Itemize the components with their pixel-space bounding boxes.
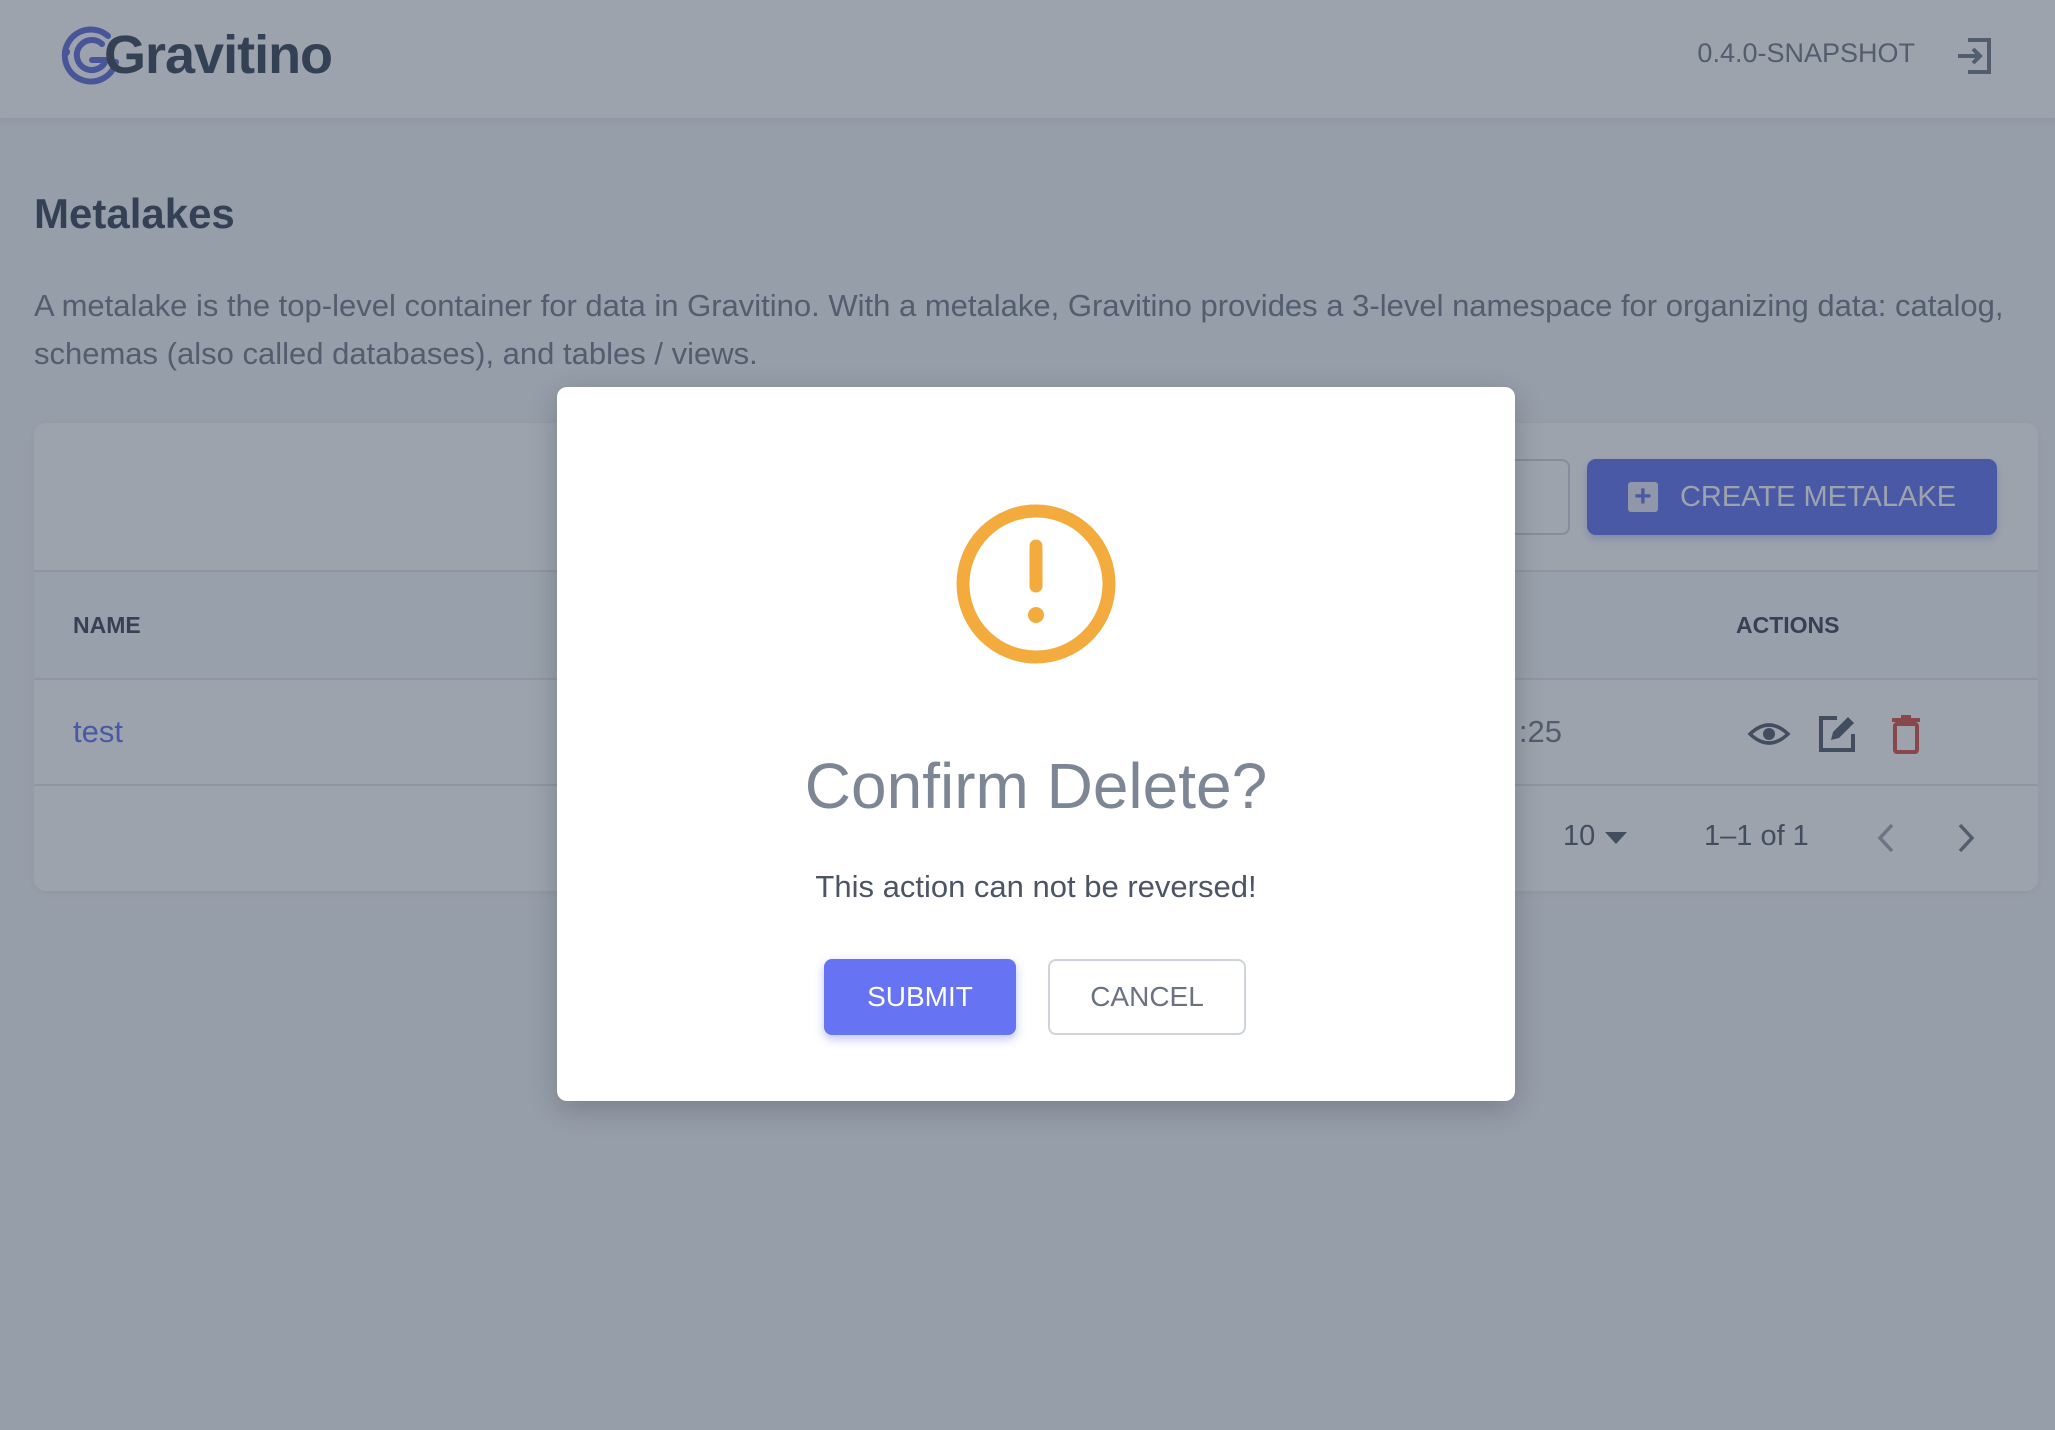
dialog-message: This action can not be reversed! <box>815 869 1257 904</box>
cancel-button[interactable]: CANCEL <box>1048 959 1246 1035</box>
confirm-delete-dialog: Confirm Delete? This action can not be r… <box>557 387 1515 1101</box>
warning-icon <box>956 504 1116 664</box>
dialog-title: Confirm Delete? <box>804 750 1268 822</box>
submit-button[interactable]: SUBMIT <box>824 959 1016 1035</box>
